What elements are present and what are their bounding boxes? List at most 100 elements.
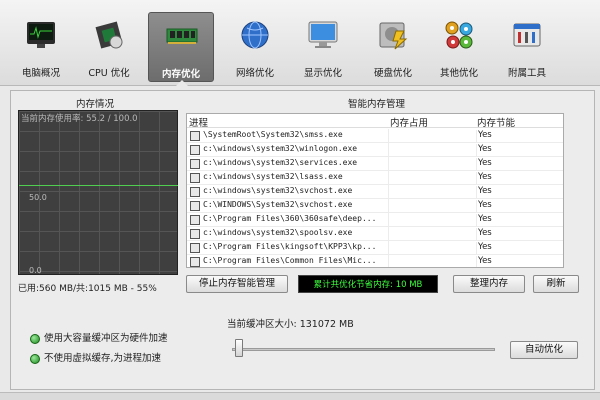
table-row[interactable]: c:\windows\system32\spoolsv.exe Yes bbox=[187, 227, 563, 241]
graph-bottom-label: 0.0 bbox=[29, 266, 42, 275]
process-icon bbox=[190, 229, 200, 239]
process-name: C:\WINDOWS\System32\svchost.exe bbox=[203, 200, 353, 209]
toolbar-display-optimize[interactable]: 显示优化 bbox=[290, 12, 356, 82]
column-header-memory[interactable]: 内存占用 bbox=[390, 115, 428, 129]
process-memory bbox=[388, 227, 474, 241]
process-name: c:\windows\system32\winlogon.exe bbox=[203, 144, 358, 153]
saved-memory-counter: 累计共优化节省内存: 10 MB bbox=[298, 275, 438, 293]
memory-usage-graph: 当前内存使用率: 55.2 / 100.0 50.0 0.0 bbox=[18, 110, 178, 275]
memory-module-icon bbox=[166, 28, 198, 44]
toolbar-disk-optimize[interactable]: 硬盘优化 bbox=[360, 12, 426, 82]
process-memory bbox=[388, 171, 474, 185]
process-memory bbox=[388, 255, 474, 267]
process-saving: Yes bbox=[476, 228, 492, 241]
process-memory bbox=[388, 129, 474, 143]
column-header-process[interactable]: 进程 bbox=[189, 115, 208, 129]
display-icon bbox=[308, 21, 338, 48]
monitor-chart-icon bbox=[27, 22, 55, 48]
toolbar-label: 硬盘优化 bbox=[373, 68, 412, 79]
hard-disk-icon bbox=[379, 22, 408, 50]
buffer-size-label: 当前缓冲区大小: 131072 MB bbox=[227, 319, 354, 330]
process-saving: Yes bbox=[476, 214, 492, 227]
process-name: \SystemRoot\System32\smss.exe bbox=[203, 130, 343, 139]
process-saving: Yes bbox=[476, 144, 492, 157]
table-row[interactable]: C:\Program Files\360\360safe\deep... Yes bbox=[187, 213, 563, 227]
toolbar-label: 电脑概况 bbox=[21, 68, 60, 79]
process-saving: Yes bbox=[476, 242, 492, 255]
toolbar-tools[interactable]: 附属工具 bbox=[494, 12, 560, 82]
table-row[interactable]: C:\Program Files\Common Files\Mic... Yes bbox=[187, 255, 563, 267]
main-toolbar: 电脑概况 CPU 优化 内存优化 网络优化 显示优化 硬盘优化 其他优化 附属工… bbox=[0, 0, 600, 86]
stop-smart-memory-button[interactable]: 停止内存智能管理 bbox=[186, 275, 288, 293]
process-memory bbox=[388, 213, 474, 227]
process-icon bbox=[190, 257, 200, 267]
toolbar-label: 内存优化 bbox=[161, 69, 200, 80]
graph-usage-label: 当前内存使用率: 55.2 / 100.0 bbox=[21, 114, 138, 124]
process-name: C:\Program Files\360\360safe\deep... bbox=[203, 214, 377, 223]
table-row[interactable]: C:\WINDOWS\System32\svchost.exe Yes bbox=[187, 199, 563, 213]
process-icon bbox=[190, 187, 200, 197]
process-memory bbox=[388, 185, 474, 199]
option-hardware-buffer[interactable]: 使用大容量缓冲区为硬件加速 bbox=[30, 330, 168, 344]
process-memory bbox=[388, 157, 474, 171]
process-icon bbox=[190, 159, 200, 169]
toolbar-label: 网络优化 bbox=[235, 68, 274, 79]
table-row[interactable]: c:\windows\system32\lsass.exe Yes bbox=[187, 171, 563, 185]
table-row[interactable]: c:\windows\system32\services.exe Yes bbox=[187, 157, 563, 171]
graph-usage-line bbox=[19, 185, 178, 186]
table-header: 进程 内存占用 内存节能 bbox=[187, 114, 563, 129]
process-name: C:\Program Files\kingsoft\KPP3\kp... bbox=[203, 242, 377, 251]
option-label: 使用大容量缓冲区为硬件加速 bbox=[44, 333, 168, 344]
process-memory bbox=[388, 199, 474, 213]
process-name: c:\windows\system32\spoolsv.exe bbox=[203, 228, 353, 237]
gears-icon bbox=[445, 21, 473, 49]
table-row[interactable]: c:\windows\system32\winlogon.exe Yes bbox=[187, 143, 563, 157]
auto-optimize-button[interactable]: 自动优化 bbox=[510, 341, 578, 359]
tools-icon bbox=[513, 23, 541, 47]
table-row[interactable]: c:\windows\system32\svchost.exe Yes bbox=[187, 185, 563, 199]
process-memory bbox=[388, 241, 474, 255]
toolbar-other-optimize[interactable]: 其他优化 bbox=[426, 12, 492, 82]
process-saving: Yes bbox=[476, 256, 492, 267]
enabled-indicator-icon bbox=[30, 333, 40, 344]
cpu-chip-icon bbox=[95, 21, 123, 49]
process-name: c:\windows\system32\services.exe bbox=[203, 158, 358, 167]
process-name: c:\windows\system32\lsass.exe bbox=[203, 172, 343, 181]
process-icon bbox=[190, 145, 200, 155]
toolbar-cpu-optimize[interactable]: CPU 优化 bbox=[76, 12, 142, 82]
toolbar-memory-optimize[interactable]: 内存优化 bbox=[148, 12, 214, 82]
globe-icon bbox=[241, 21, 269, 49]
option-no-virtual-cache[interactable]: 不使用虚拟缓存,为进程加速 bbox=[30, 350, 161, 364]
process-icon bbox=[190, 201, 200, 211]
table-row[interactable]: C:\Program Files\kingsoft\KPP3\kp... Yes bbox=[187, 241, 563, 255]
option-label: 不使用虚拟缓存,为进程加速 bbox=[44, 353, 162, 364]
refresh-button[interactable]: 刷新 bbox=[533, 275, 579, 293]
clean-memory-button[interactable]: 整理内存 bbox=[453, 275, 525, 293]
process-icon bbox=[190, 215, 200, 225]
process-table: 进程 内存占用 内存节能 \SystemRoot\System32\smss.e… bbox=[186, 113, 564, 268]
toolbar-label: 显示优化 bbox=[303, 68, 342, 79]
buffer-slider-track[interactable] bbox=[232, 348, 495, 351]
process-saving: Yes bbox=[476, 186, 492, 199]
toolbar-label: 附属工具 bbox=[507, 68, 546, 79]
active-tab-caret bbox=[176, 80, 188, 86]
process-saving: Yes bbox=[476, 172, 492, 185]
process-memory bbox=[388, 143, 474, 157]
smart-memory-title: 智能内存管理 bbox=[348, 99, 406, 110]
memory-status-title: 内存情况 bbox=[76, 99, 115, 110]
process-saving: Yes bbox=[476, 158, 492, 171]
toolbar-pc-overview[interactable]: 电脑概况 bbox=[8, 12, 74, 82]
enabled-indicator-icon bbox=[30, 353, 40, 364]
memory-usage-text: 已用:560 MB/共:1015 MB - 55% bbox=[18, 284, 157, 294]
table-row[interactable]: \SystemRoot\System32\smss.exe Yes bbox=[187, 129, 563, 143]
toolbar-label: CPU 优化 bbox=[88, 68, 130, 79]
column-header-saving[interactable]: 内存节能 bbox=[477, 115, 515, 129]
graph-mid-label: 50.0 bbox=[29, 193, 47, 202]
toolbar-label: 其他优化 bbox=[439, 68, 478, 79]
process-saving: Yes bbox=[476, 200, 492, 213]
process-icon bbox=[190, 131, 200, 141]
process-name: C:\Program Files\Common Files\Mic... bbox=[203, 256, 377, 265]
buffer-slider-thumb[interactable] bbox=[235, 339, 243, 357]
process-icon bbox=[190, 243, 200, 253]
toolbar-network-optimize[interactable]: 网络优化 bbox=[222, 12, 288, 82]
